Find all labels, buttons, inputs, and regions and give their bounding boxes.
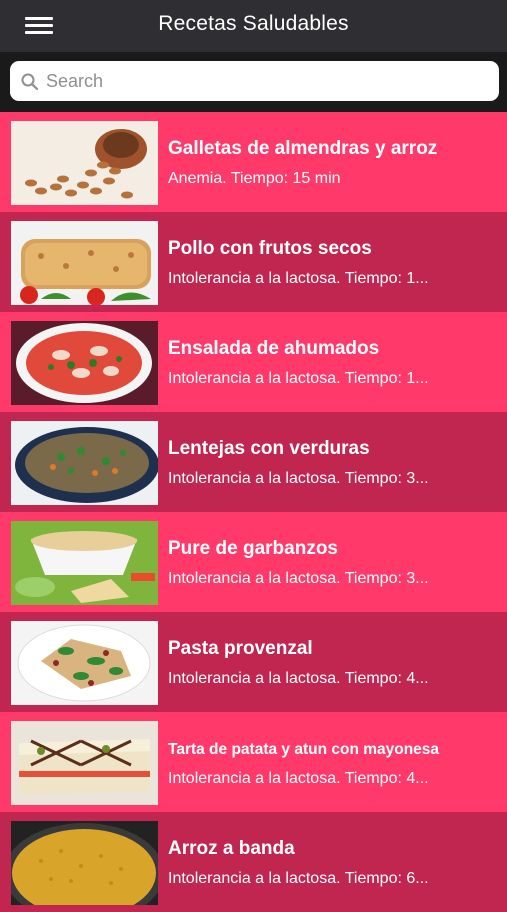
recipe-image-rice — [11, 821, 158, 905]
search-box[interactable] — [10, 61, 499, 101]
recipe-subtitle: Intolerancia a la lactosa. Tiempo: 1... — [168, 270, 429, 287]
recipe-subtitle: Anemia. Tiempo: 15 min — [168, 170, 341, 187]
recipe-image-potato-tart — [11, 721, 158, 805]
recipe-subtitle: Intolerancia a la lactosa. Tiempo: 1... — [168, 370, 429, 387]
recipe-image-chicken — [11, 221, 158, 305]
recipe-image-salad — [11, 321, 158, 405]
recipe-image-hummus — [11, 521, 158, 605]
search-input[interactable] — [46, 61, 486, 101]
recipe-title: Pollo con frutos secos — [168, 238, 372, 259]
recipe-row[interactable]: Pasta provenzal Intolerancia a la lactos… — [0, 612, 507, 712]
recipe-row[interactable]: Lentejas con verduras Intolerancia a la … — [0, 412, 507, 512]
recipe-title: Arroz a banda — [168, 838, 295, 859]
recipe-subtitle: Intolerancia a la lactosa. Tiempo: 3... — [168, 470, 429, 487]
recipe-subtitle: Intolerancia a la lactosa. Tiempo: 4... — [168, 670, 429, 687]
search-icon — [21, 73, 39, 91]
recipe-subtitle: Intolerancia a la lactosa. Tiempo: 3... — [168, 570, 429, 587]
recipe-image-lentils — [11, 421, 158, 505]
recipe-title: Galletas de almendras y arroz — [168, 138, 438, 159]
recipe-title: Pure de garbanzos — [168, 538, 338, 559]
recipe-title: Ensalada de ahumados — [168, 338, 380, 359]
search-bar — [0, 52, 507, 112]
recipe-row[interactable]: Pure de garbanzos Intolerancia a la lact… — [0, 512, 507, 612]
page-title: Recetas Saludables — [158, 12, 349, 35]
recipe-subtitle: Intolerancia a la lactosa. Tiempo: 6... — [168, 870, 429, 887]
recipe-row[interactable]: Ensalada de ahumados Intolerancia a la l… — [0, 312, 507, 412]
navbar: Recetas Saludables — [0, 0, 507, 52]
recipe-row[interactable]: Galletas de almendras y arroz Anemia. Ti… — [0, 112, 507, 212]
recipe-row[interactable]: Arroz a banda Intolerancia a la lactosa.… — [0, 812, 507, 912]
recipe-title: Tarta de patata y atun con mayonesa — [168, 741, 440, 758]
recipe-row[interactable]: Tarta de patata y atun con mayonesa Into… — [0, 712, 507, 812]
recipe-row[interactable]: Pollo con frutos secos Intolerancia a la… — [0, 212, 507, 312]
recipe-image-pasta — [11, 621, 158, 705]
recipe-image-almonds — [11, 121, 158, 205]
recipe-title: Lentejas con verduras — [168, 438, 370, 459]
recipe-title: Pasta provenzal — [168, 638, 313, 659]
recipe-subtitle: Intolerancia a la lactosa. Tiempo: 4... — [168, 770, 429, 787]
